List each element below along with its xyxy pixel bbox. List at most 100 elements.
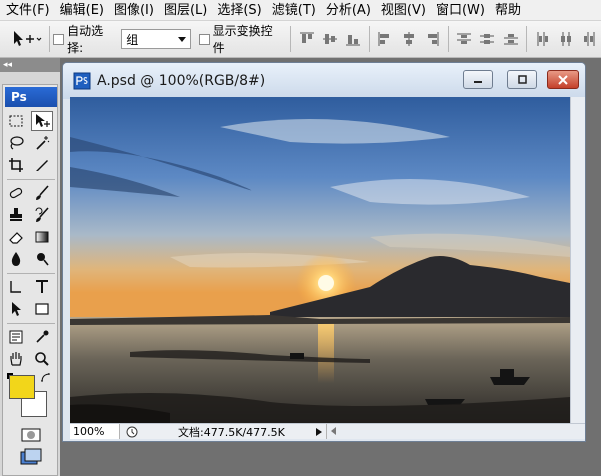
sunset-lake-photo: [70, 97, 570, 423]
gradient-icon: [35, 231, 49, 243]
foreground-color-swatch[interactable]: [9, 375, 35, 399]
quick-mask-button[interactable]: [17, 425, 45, 445]
distribute-top-icon: [457, 33, 472, 44]
align-vcenter-button[interactable]: [320, 29, 339, 49]
image-canvas[interactable]: [70, 97, 570, 423]
clone-stamp-tool[interactable]: [5, 205, 27, 225]
quick-mask-icon: [21, 428, 41, 442]
auto-select-dropdown[interactable]: 组: [121, 29, 191, 49]
healing-brush-tool[interactable]: [5, 183, 27, 203]
distribute-right-icon: [584, 32, 595, 46]
notes-tool[interactable]: [5, 327, 27, 347]
screen-mode-button[interactable]: [17, 447, 45, 467]
menu-select[interactable]: 选择(S): [211, 0, 265, 20]
distribute-bottom-button[interactable]: [501, 29, 520, 49]
eyedropper-icon: [36, 330, 49, 343]
history-brush-tool[interactable]: [31, 205, 53, 225]
align-left-icon: [378, 32, 390, 46]
bandage-icon: [9, 187, 23, 199]
maximize-button[interactable]: [507, 70, 537, 89]
minimize-button[interactable]: [463, 70, 493, 89]
align-top-button[interactable]: [297, 29, 316, 49]
align-left-button[interactable]: [376, 29, 395, 49]
toolbox-divider: [7, 179, 55, 180]
show-transform-label: 显示变换控件: [212, 24, 273, 55]
toolbox-divider: [7, 273, 55, 274]
document-title-bar[interactable]: A.psd @ 100%(RGB/8#): [63, 63, 585, 99]
chevron-down-icon: [177, 36, 186, 42]
align-bottom-button[interactable]: [344, 29, 363, 49]
move-icon: [36, 114, 50, 127]
type-tool[interactable]: [31, 277, 53, 297]
brush-tool[interactable]: [31, 183, 53, 203]
dodge-icon: [37, 253, 49, 266]
blur-tool[interactable]: [5, 249, 27, 269]
menu-window[interactable]: 窗口(W): [430, 0, 489, 20]
distribute-right-button[interactable]: [580, 29, 599, 49]
document-title: A.psd @ 100%(RGB/8#): [97, 73, 266, 89]
distribute-vcenter-button[interactable]: [478, 29, 497, 49]
droplet-icon: [11, 252, 21, 266]
menu-view[interactable]: 视图(V): [375, 0, 430, 20]
path-selection-icon: [12, 302, 21, 316]
status-info-icon[interactable]: [126, 426, 138, 438]
align-right-button[interactable]: [422, 29, 441, 49]
separator: [368, 26, 370, 52]
close-button[interactable]: [547, 70, 579, 89]
menu-help[interactable]: 帮助: [489, 0, 525, 20]
note-icon: [9, 330, 23, 344]
distribute-horizontal-center-icon: [561, 32, 572, 46]
distribute-hcenter-button[interactable]: [557, 29, 576, 49]
move-tool[interactable]: [31, 111, 53, 131]
swap-colors-icon[interactable]: [41, 372, 51, 383]
slice-icon: [36, 160, 48, 171]
shape-tool[interactable]: [31, 299, 53, 319]
tool-preset-picker[interactable]: [6, 24, 45, 54]
zoom-level-field[interactable]: 100%: [70, 424, 120, 439]
scroll-left-icon[interactable]: [330, 427, 338, 435]
marquee-tool[interactable]: [5, 111, 27, 131]
toolbox-divider: [7, 323, 55, 324]
crop-tool[interactable]: [5, 155, 27, 175]
menu-image[interactable]: 图像(I): [108, 0, 158, 20]
menu-edit[interactable]: 编辑(E): [54, 0, 108, 20]
auto-select-checkbox[interactable]: [53, 33, 65, 45]
separator: [290, 26, 291, 52]
hand-tool[interactable]: [5, 349, 27, 369]
horizontal-scrollbar[interactable]: [326, 424, 585, 439]
menu-layer[interactable]: 图层(L): [158, 0, 211, 20]
pen-tool[interactable]: [5, 277, 27, 297]
history-brush-icon: [35, 207, 49, 222]
menu-filter[interactable]: 滤镜(T): [266, 0, 320, 20]
dodge-tool[interactable]: [31, 249, 53, 269]
path-selection-tool[interactable]: [5, 299, 27, 319]
menu-analysis[interactable]: 分析(A): [320, 0, 375, 20]
eraser-icon: [9, 232, 23, 244]
document-window: A.psd @ 100%(RGB/8#) 100% 文档:477.5K/477.…: [62, 62, 586, 442]
distribute-left-button[interactable]: [533, 29, 552, 49]
ps-logo[interactable]: Ps: [5, 87, 57, 107]
menu-bar: 文件(F) 编辑(E) 图像(I) 图层(L) 选择(S) 滤镜(T) 分析(A…: [0, 0, 601, 21]
distribute-top-button[interactable]: [455, 29, 474, 49]
eyedropper-tool[interactable]: [31, 327, 53, 347]
zoom-tool[interactable]: [31, 349, 53, 369]
hand-icon: [10, 352, 22, 366]
vertical-scrollbar[interactable]: [570, 97, 585, 423]
separator: [526, 26, 528, 52]
lasso-icon: [10, 136, 24, 150]
toolbox-collapse-handle[interactable]: ◂◂: [0, 58, 60, 72]
lasso-tool[interactable]: [5, 133, 27, 153]
show-transform-checkbox[interactable]: [198, 33, 210, 45]
status-menu-arrow-icon[interactable]: [314, 427, 324, 437]
menu-file[interactable]: 文件(F): [0, 0, 54, 20]
eraser-tool[interactable]: [5, 227, 27, 247]
magic-wand-tool[interactable]: [31, 133, 53, 153]
align-hcenter-button[interactable]: [399, 29, 418, 49]
gradient-tool[interactable]: [31, 227, 53, 247]
distribute-bottom-icon: [503, 34, 518, 45]
options-bar: 自动选择: 组 显示变换控件: [0, 21, 601, 58]
slice-tool[interactable]: [31, 155, 53, 175]
separator: [48, 26, 50, 52]
rectangle-shape-icon: [35, 303, 49, 315]
close-icon: [558, 74, 568, 85]
